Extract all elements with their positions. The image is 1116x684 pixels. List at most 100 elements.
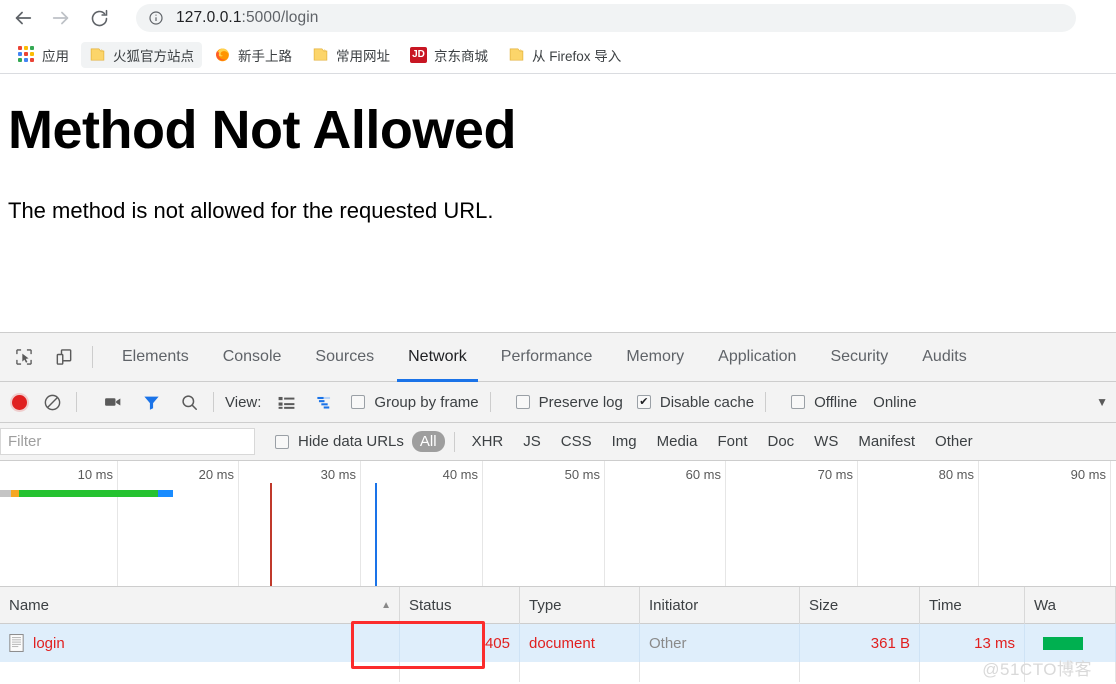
- table-header-row: Name ▲ Status Type Initiator Size Time W…: [0, 587, 1116, 624]
- filter-type-other[interactable]: Other: [927, 431, 981, 452]
- camera-icon[interactable]: [100, 389, 126, 415]
- network-controls-toolbar: View: Group by frame Preserve log ✔ Disa…: [0, 382, 1116, 423]
- column-header-status[interactable]: Status: [400, 587, 520, 624]
- tab-performance[interactable]: Performance: [484, 333, 610, 382]
- group-by-frame-checkbox[interactable]: Group by frame: [337, 382, 479, 423]
- chevron-down-icon[interactable]: ▼: [1096, 395, 1108, 409]
- filter-type-doc[interactable]: Doc: [759, 431, 802, 452]
- tab-label: Memory: [626, 348, 685, 365]
- overview-bar-waiting: [19, 490, 158, 497]
- inspect-element-icon[interactable]: [8, 341, 40, 373]
- url-host: 127.0.0.1: [176, 9, 242, 26]
- bookmark-import-from-firefox[interactable]: 从 Firefox 导入: [500, 42, 629, 68]
- table-empty-row: [0, 662, 1116, 682]
- preserve-log-checkbox[interactable]: Preserve log: [502, 382, 623, 423]
- checkbox-box: [351, 395, 366, 409]
- filter-type-all[interactable]: All: [411, 431, 445, 452]
- tab-console[interactable]: Console: [206, 333, 299, 382]
- checkbox-box: [515, 395, 530, 409]
- filter-type-media[interactable]: Media: [649, 431, 706, 452]
- load-event-marker: [375, 483, 377, 586]
- tab-memory[interactable]: Memory: [609, 333, 701, 382]
- filter-type-ws[interactable]: WS: [806, 431, 846, 452]
- bookmark-label: 新手上路: [238, 48, 292, 64]
- column-label: Time: [929, 597, 962, 614]
- funnel-filter-icon[interactable]: [138, 389, 164, 415]
- column-label: Wa: [1034, 597, 1056, 614]
- throttling-select[interactable]: Online: [871, 382, 916, 423]
- timeline-tick-label: 80 ms: [938, 467, 974, 482]
- reload-button[interactable]: [84, 3, 114, 33]
- waterfall-bar: [1043, 636, 1083, 650]
- cell-status: 405: [400, 624, 520, 662]
- table-row[interactable]: login 405 document Other 361 B 13 ms: [0, 624, 1116, 662]
- column-label: Size: [809, 597, 839, 614]
- waterfall-view-icon[interactable]: [311, 389, 337, 415]
- toolbar-divider: [92, 346, 93, 368]
- overview-bar-queueing: [0, 490, 11, 497]
- filter-type-font[interactable]: Font: [709, 431, 755, 452]
- column-header-type[interactable]: Type: [520, 587, 640, 624]
- offline-checkbox[interactable]: Offline: [777, 382, 857, 423]
- filter-type-xhr[interactable]: XHR: [464, 431, 512, 452]
- status-code: 405: [484, 634, 510, 652]
- timeline-gridline: [604, 461, 605, 586]
- record-stop-icon[interactable]: [12, 394, 27, 410]
- bookmark-newbie-road[interactable]: 新手上路: [206, 42, 300, 68]
- time-value: 13 ms: [974, 634, 1015, 652]
- timeline-gridline: [857, 461, 858, 586]
- reload-icon: [91, 9, 107, 26]
- forward-button[interactable]: [46, 3, 76, 33]
- cell-name[interactable]: login: [0, 624, 400, 662]
- info-circle-icon[interactable]: [148, 10, 164, 26]
- bookmark-jd[interactable]: JD 京东商城: [402, 42, 496, 68]
- search-magnifier-icon[interactable]: [176, 389, 202, 415]
- network-overview-timeline[interactable]: 10 ms 20 ms 30 ms 40 ms 50 ms 60 ms 70 m…: [0, 461, 1116, 587]
- request-name: login: [33, 634, 65, 652]
- divider: [489, 392, 491, 412]
- folder-icon: [509, 48, 524, 61]
- bookmarks-bar: 应用 火狐官方站点 新手上路 常用网址 JD 京东商城 从 Firefox 导入: [0, 36, 1116, 74]
- clear-no-entry-icon[interactable]: [39, 389, 65, 415]
- tab-application[interactable]: Application: [701, 333, 813, 382]
- divider: [765, 392, 767, 412]
- tab-security[interactable]: Security: [813, 333, 905, 382]
- column-label: Status: [409, 597, 452, 614]
- column-label: Name: [9, 597, 50, 614]
- disable-cache-checkbox[interactable]: Disable cache: [623, 382, 754, 423]
- column-header-waterfall[interactable]: Wa: [1025, 587, 1116, 624]
- bookmark-label: 常用网址: [336, 48, 390, 64]
- bookmark-huhu-official[interactable]: 火狐官方站点: [81, 41, 202, 68]
- filter-type-js[interactable]: JS: [515, 431, 549, 452]
- checkbox-box: [791, 395, 806, 409]
- browser-toolbar: 127.0.0.1:5000/login: [0, 0, 1116, 36]
- column-header-size[interactable]: Size: [800, 587, 920, 624]
- address-bar[interactable]: 127.0.0.1:5000/login: [136, 4, 1076, 32]
- timeline-gridline: [1110, 461, 1111, 586]
- checkbox-box: [275, 434, 289, 449]
- url-text: 127.0.0.1:5000/login: [176, 9, 319, 27]
- bookmark-common-sites[interactable]: 常用网址: [304, 42, 398, 68]
- list-view-icon[interactable]: [273, 389, 299, 415]
- filter-input[interactable]: Filter: [0, 428, 255, 455]
- column-header-name[interactable]: Name ▲: [0, 587, 400, 624]
- hide-data-urls-checkbox[interactable]: Hide data URLs: [261, 421, 404, 462]
- device-toolbar-icon[interactable]: [48, 341, 80, 373]
- back-button[interactable]: [8, 3, 38, 33]
- column-header-time[interactable]: Time: [920, 587, 1025, 624]
- column-header-initiator[interactable]: Initiator: [640, 587, 800, 624]
- bookmark-label: 应用: [42, 48, 69, 64]
- tab-audits[interactable]: Audits: [905, 333, 983, 382]
- tab-sources[interactable]: Sources: [298, 333, 391, 382]
- timeline-tick-label: 90 ms: [1070, 467, 1106, 482]
- dom-content-loaded-marker: [270, 483, 272, 586]
- filter-type-manifest[interactable]: Manifest: [850, 431, 923, 452]
- bookmark-label: 火狐官方站点: [113, 48, 194, 64]
- tab-elements[interactable]: Elements: [105, 333, 206, 382]
- tab-network[interactable]: Network: [391, 333, 484, 382]
- filter-type-img[interactable]: Img: [604, 431, 645, 452]
- bookmark-apps[interactable]: 应用: [10, 42, 77, 68]
- filter-type-css[interactable]: CSS: [553, 431, 600, 452]
- resource-type: document: [529, 634, 595, 652]
- timeline-tick-label: 10 ms: [77, 467, 113, 482]
